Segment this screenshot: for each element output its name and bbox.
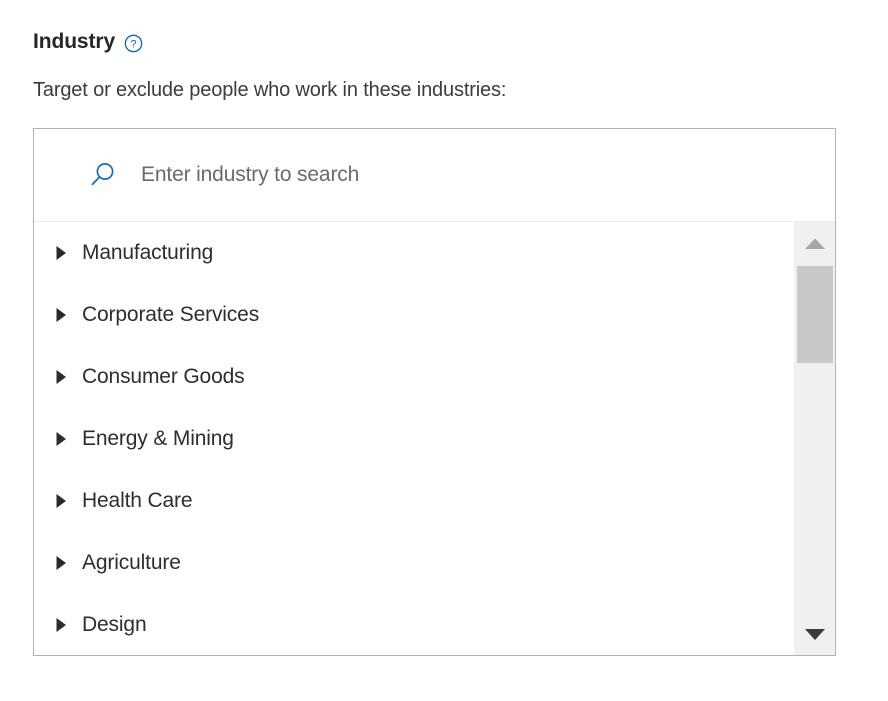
triangle-right-icon[interactable] <box>52 368 70 386</box>
triangle-up-icon <box>805 238 825 249</box>
page-title: Industry <box>33 30 116 53</box>
svg-text:?: ? <box>131 39 137 51</box>
industry-list-area: Manufacturing Corporate Services Consume… <box>34 222 835 655</box>
scroll-up-button[interactable] <box>794 222 835 264</box>
help-tooltip-button[interactable]: ? <box>124 31 143 53</box>
triangle-right-icon[interactable] <box>52 616 70 634</box>
triangle-right-icon[interactable] <box>52 244 70 262</box>
search-row <box>34 129 835 222</box>
industry-picker: Manufacturing Corporate Services Consume… <box>33 128 836 656</box>
search-icon <box>91 163 114 186</box>
list-item[interactable]: Design <box>34 594 793 655</box>
list-item[interactable]: Health Care <box>34 470 793 532</box>
list-item-label: Consumer Goods <box>82 365 245 388</box>
search-icon-button[interactable] <box>82 155 122 195</box>
list-item-label: Design <box>82 613 147 636</box>
industry-targeting-panel: Industry ? Target or exclude people who … <box>0 0 888 701</box>
triangle-right-icon[interactable] <box>52 492 70 510</box>
list-item[interactable]: Corporate Services <box>34 284 793 346</box>
triangle-right-icon[interactable] <box>52 430 70 448</box>
triangle-down-icon <box>805 628 825 640</box>
triangle-right-icon[interactable] <box>52 306 70 324</box>
section-description: Target or exclude people who work in the… <box>33 79 507 101</box>
list-item[interactable]: Manufacturing <box>34 222 793 284</box>
industry-list: Manufacturing Corporate Services Consume… <box>34 222 793 655</box>
list-item[interactable]: Energy & Mining <box>34 408 793 470</box>
scroll-down-button[interactable] <box>794 613 835 655</box>
list-item-label: Agriculture <box>82 551 181 574</box>
section-heading: Industry ? <box>33 28 143 56</box>
list-item-label: Manufacturing <box>82 241 214 264</box>
list-item-label: Health Care <box>82 489 193 512</box>
list-item[interactable]: Consumer Goods <box>34 346 793 408</box>
scrollbar-thumb[interactable] <box>797 266 833 363</box>
list-item-label: Corporate Services <box>82 303 260 326</box>
triangle-right-icon[interactable] <box>52 554 70 572</box>
list-item[interactable]: Agriculture <box>34 532 793 594</box>
search-input[interactable] <box>141 155 835 195</box>
list-item-label: Energy & Mining <box>82 427 234 450</box>
list-scrollbar[interactable] <box>793 222 835 655</box>
question-circle-icon: ? <box>124 34 143 53</box>
